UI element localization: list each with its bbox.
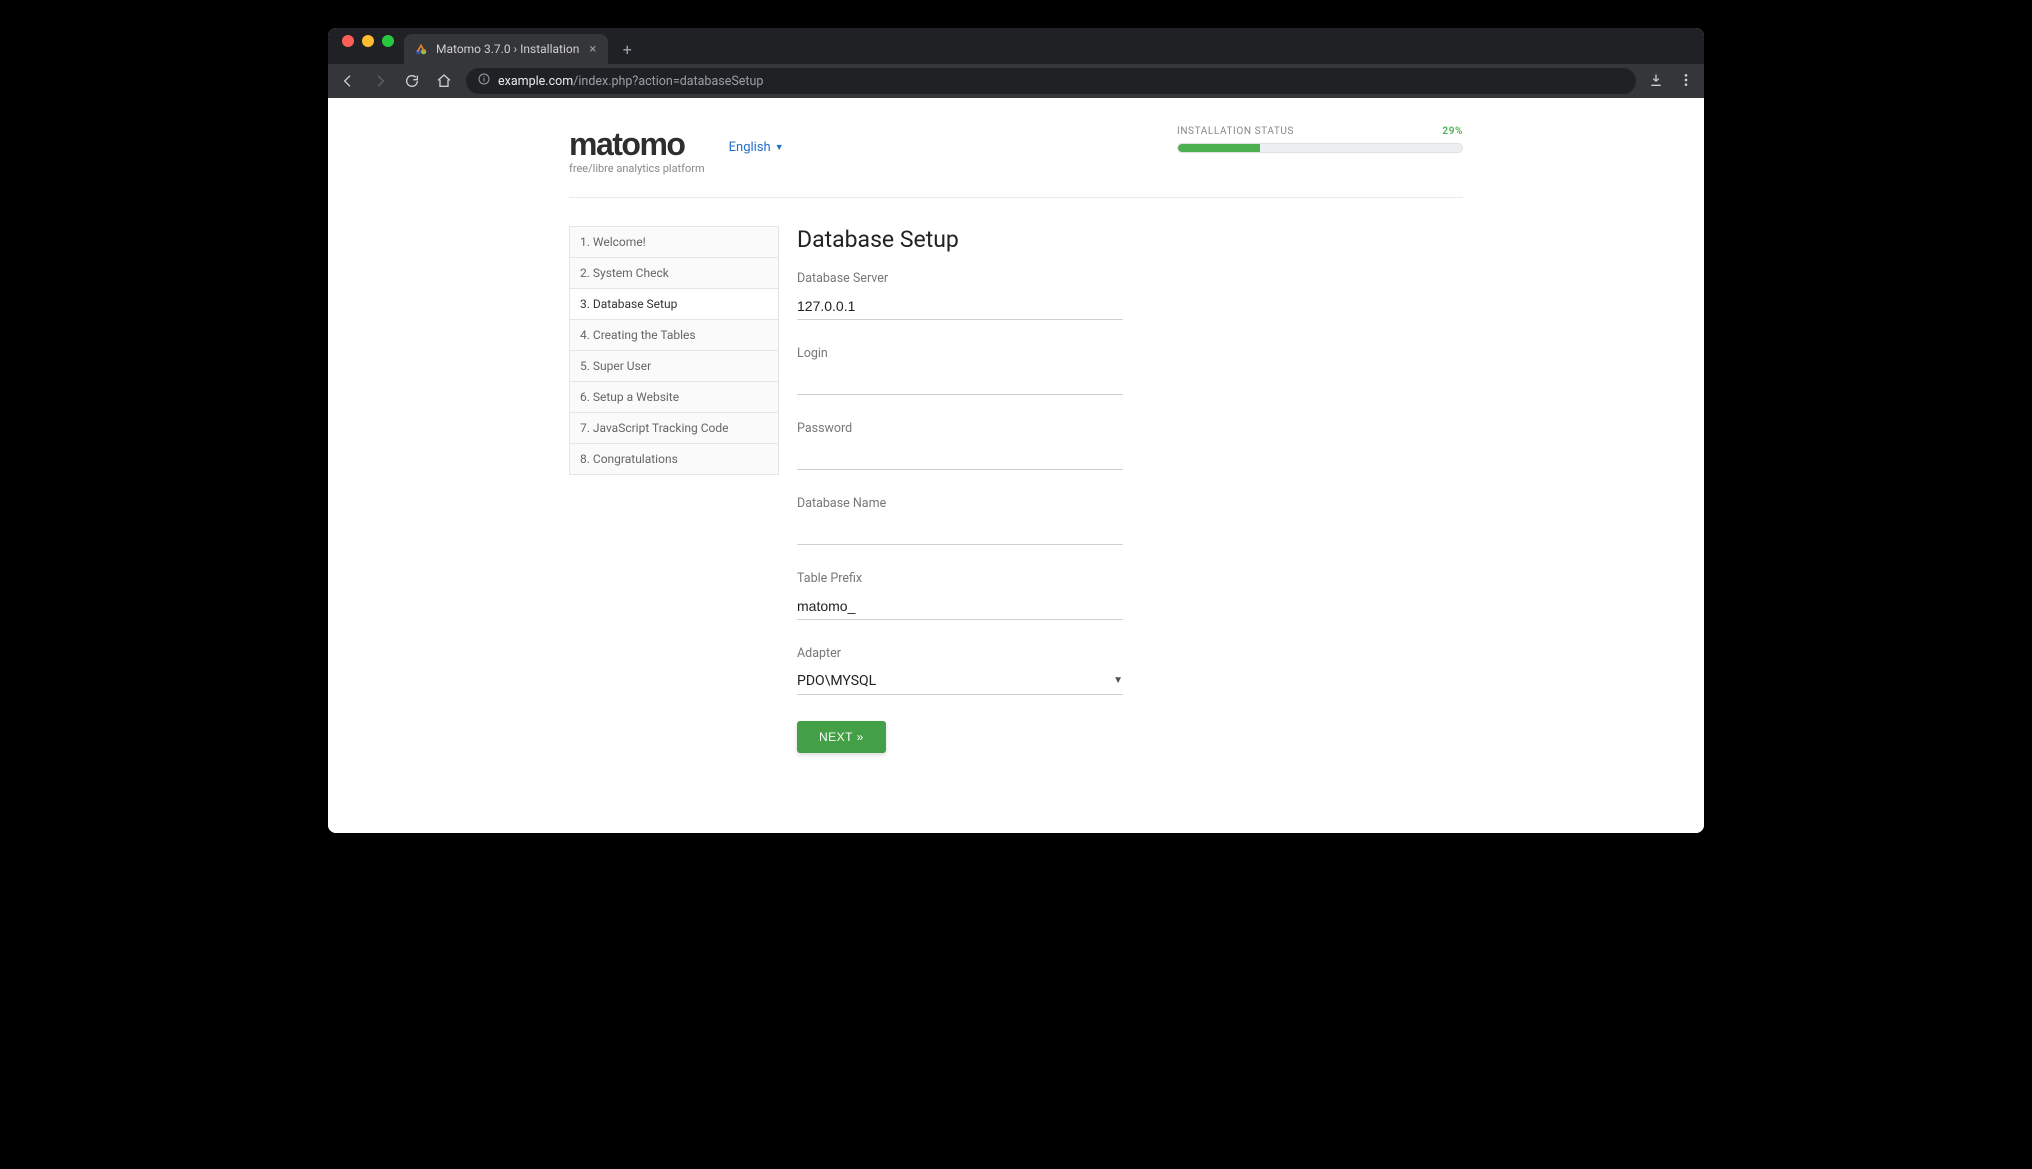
caret-down-icon: ▼ xyxy=(775,142,784,153)
language-selector[interactable]: English ▼ xyxy=(729,140,784,155)
label-database-name: Database Name xyxy=(797,496,1123,511)
field-password: Password xyxy=(797,421,1123,470)
field-login: Login xyxy=(797,346,1123,395)
status-percent: 29% xyxy=(1442,126,1463,137)
site-info-icon[interactable] xyxy=(478,73,490,89)
window-zoom-button[interactable] xyxy=(382,35,394,47)
browser-chrome: Matomo 3.7.0 › Installation × + xyxy=(328,28,1704,98)
field-table-prefix: Table Prefix xyxy=(797,571,1123,620)
input-password[interactable] xyxy=(797,444,1123,470)
field-adapter: Adapter PDO\MYSQL ▼ xyxy=(797,646,1123,695)
label-table-prefix: Table Prefix xyxy=(797,571,1123,586)
page-header: matomo free/libre analytics platform Eng… xyxy=(569,126,1463,175)
select-adapter-value: PDO\MYSQL xyxy=(797,673,876,689)
tab-strip: Matomo 3.7.0 › Installation × + xyxy=(328,28,1704,64)
forward-button[interactable] xyxy=(370,71,390,91)
step-creating-tables[interactable]: 4. Creating the Tables xyxy=(570,320,778,351)
window-minimize-button[interactable] xyxy=(362,35,374,47)
address-bar[interactable]: example.com/index.php?action=databaseSet… xyxy=(466,68,1636,94)
input-database-name[interactable] xyxy=(797,519,1123,545)
input-login[interactable] xyxy=(797,369,1123,395)
matomo-favicon-icon xyxy=(414,42,428,56)
reload-button[interactable] xyxy=(402,71,422,91)
install-icon[interactable] xyxy=(1648,72,1664,91)
page-content: matomo free/libre analytics platform Eng… xyxy=(328,98,1704,833)
home-button[interactable] xyxy=(434,71,454,91)
divider xyxy=(569,197,1463,198)
tab-title: Matomo 3.7.0 › Installation xyxy=(436,42,579,56)
install-steps: 1. Welcome! 2. System Check 3. Database … xyxy=(569,226,779,475)
url-text: example.com/index.php?action=databaseSet… xyxy=(498,74,763,89)
step-system-check[interactable]: 2. System Check xyxy=(570,258,778,289)
step-database-setup[interactable]: 3. Database Setup xyxy=(570,289,778,320)
window-controls xyxy=(336,35,404,57)
step-setup-website[interactable]: 6. Setup a Website xyxy=(570,382,778,413)
caret-down-icon: ▼ xyxy=(1113,675,1123,686)
kebab-menu-icon[interactable] xyxy=(1678,72,1694,91)
step-super-user[interactable]: 5. Super User xyxy=(570,351,778,382)
logo-text: matomo xyxy=(569,126,705,163)
toolbar-right xyxy=(1648,72,1694,91)
new-tab-button[interactable]: + xyxy=(614,36,640,62)
input-database-server[interactable] xyxy=(797,294,1123,320)
field-database-name: Database Name xyxy=(797,496,1123,545)
step-js-tracking[interactable]: 7. JavaScript Tracking Code xyxy=(570,413,778,444)
logo-tagline: free/libre analytics platform xyxy=(569,162,705,175)
main-panel: Database Setup Database Server Login Pas… xyxy=(797,226,1463,833)
language-label: English xyxy=(729,140,771,155)
step-welcome[interactable]: 1. Welcome! xyxy=(570,227,778,258)
browser-toolbar: example.com/index.php?action=databaseSet… xyxy=(328,64,1704,98)
label-login: Login xyxy=(797,346,1123,361)
step-congratulations[interactable]: 8. Congratulations xyxy=(570,444,778,474)
input-table-prefix[interactable] xyxy=(797,594,1123,620)
select-adapter[interactable]: PDO\MYSQL ▼ xyxy=(797,669,1123,695)
next-button[interactable]: NEXT » xyxy=(797,721,886,753)
browser-window: Matomo 3.7.0 › Installation × + xyxy=(328,28,1704,833)
window-close-button[interactable] xyxy=(342,35,354,47)
back-button[interactable] xyxy=(338,71,358,91)
browser-tab[interactable]: Matomo 3.7.0 › Installation × xyxy=(404,34,608,64)
label-database-server: Database Server xyxy=(797,271,1123,286)
field-database-server: Database Server xyxy=(797,271,1123,320)
tab-close-icon[interactable]: × xyxy=(587,41,598,58)
page-title: Database Setup xyxy=(797,226,1463,253)
status-label: INSTALLATION STATUS xyxy=(1177,126,1294,137)
brand-logo: matomo free/libre analytics platform xyxy=(569,126,705,175)
progress-fill xyxy=(1178,144,1260,152)
label-password: Password xyxy=(797,421,1123,436)
installation-status: INSTALLATION STATUS 29% xyxy=(1177,126,1463,153)
progress-bar xyxy=(1177,143,1463,153)
label-adapter: Adapter xyxy=(797,646,1123,661)
